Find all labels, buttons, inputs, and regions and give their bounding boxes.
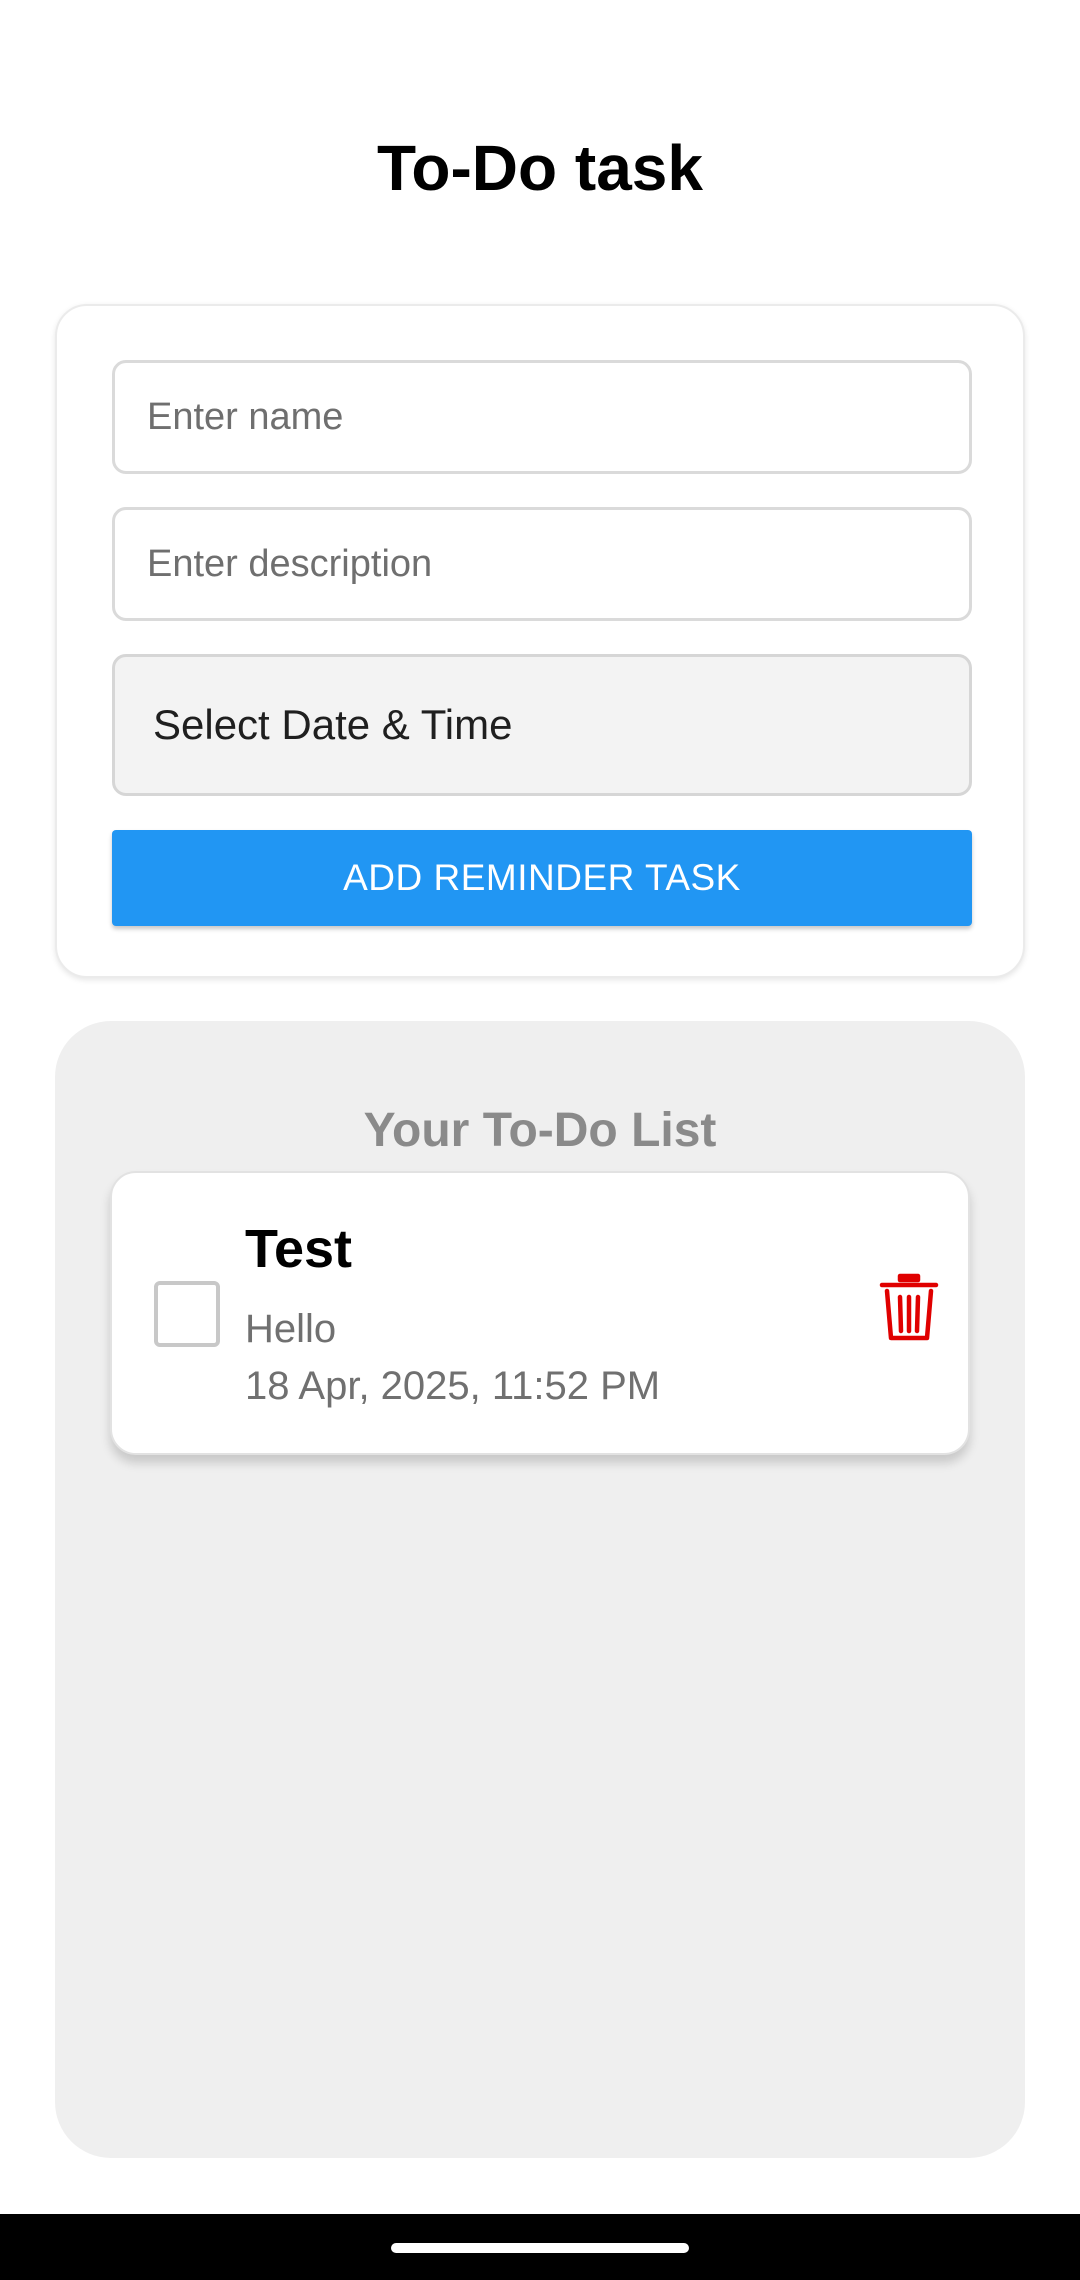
todo-list-panel: Your To-Do List Test Hello 18 Apr, 2025,… <box>55 1021 1025 2158</box>
add-reminder-task-label: ADD REMINDER TASK <box>343 857 741 898</box>
list-title: Your To-Do List <box>363 1104 717 1157</box>
task-name: Test <box>245 1219 353 1279</box>
task-datetime: 18 Apr, 2025, 11:52 PM <box>245 1364 661 1408</box>
task-form-card: Select Date & Time ADD REMINDER TASK <box>55 304 1025 978</box>
trash-icon <box>879 1273 939 1341</box>
name-input[interactable] <box>112 360 972 474</box>
page-title: To-Do task <box>377 132 703 204</box>
description-input[interactable] <box>112 507 972 621</box>
task-item: Test Hello 18 Apr, 2025, 11:52 PM <box>110 1171 970 1455</box>
home-indicator[interactable] <box>391 2243 689 2253</box>
todo-screen: To-Do task Select Date & Time ADD REMIND… <box>0 0 1080 2280</box>
delete-task-button[interactable] <box>878 1273 940 1343</box>
task-complete-checkbox[interactable] <box>154 1281 220 1347</box>
add-reminder-task-button[interactable]: ADD REMINDER TASK <box>112 830 972 926</box>
select-date-time-button[interactable]: Select Date & Time <box>112 654 972 796</box>
system-navigation-bar <box>0 2214 1080 2280</box>
select-date-time-label: Select Date & Time <box>153 701 513 748</box>
task-description: Hello <box>245 1307 337 1351</box>
